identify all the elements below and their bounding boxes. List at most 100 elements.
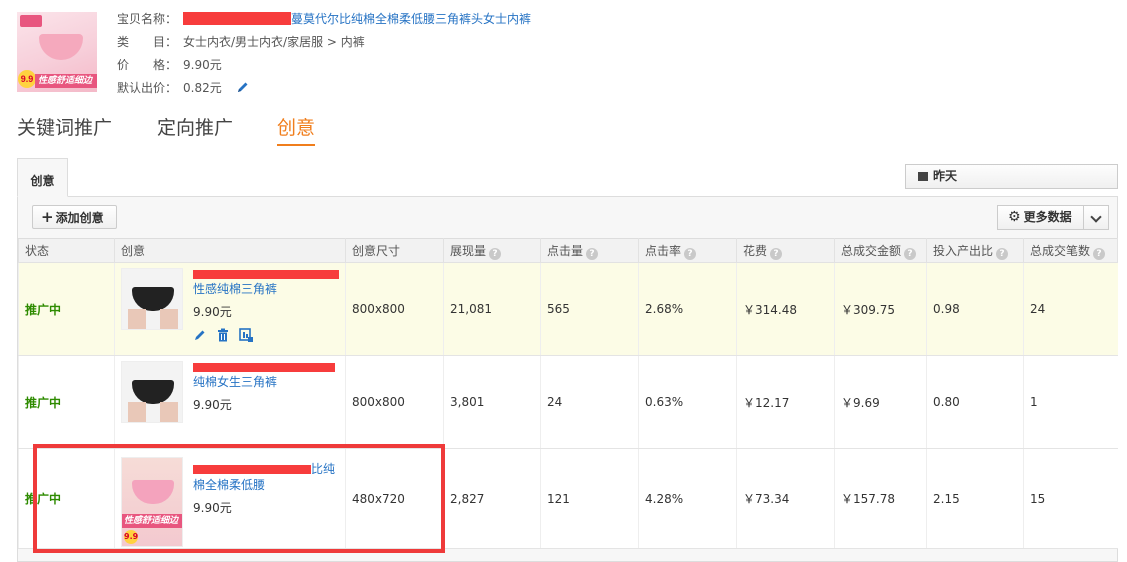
date-range-label: 昨天: [933, 169, 958, 183]
size-cell: 800x800: [345, 355, 444, 449]
table-row[interactable]: 推广中 性感纯棉三角裤 9.90元 800x800 21,081 565 2.6…: [18, 262, 1118, 356]
roi-cell: 0.80: [926, 355, 1024, 449]
gmv-cell: ￥309.75: [834, 262, 927, 356]
plus-icon: +: [41, 208, 54, 226]
creative-price: 9.90元: [193, 305, 232, 319]
product-name-label: 宝贝名称：: [117, 12, 178, 26]
creative-cell: 性感纯棉三角裤 9.90元: [121, 264, 345, 354]
subtab-divider: [17, 196, 1118, 197]
table-header-row: 状态 创意 创意尺寸 展现量? 点击量? 点击率? 花费? 总成交金额? 投入产…: [18, 238, 1118, 263]
size-cell: 480x720: [345, 448, 444, 549]
table-row[interactable]: 推广中 性感舒适细边 9.9 比纯 棉全棉柔低腰 9.90元 480x720 2…: [18, 448, 1118, 549]
col-roi[interactable]: 投入产出比?: [926, 238, 1024, 263]
default-bid-value: 0.82元: [183, 81, 222, 95]
help-icon[interactable]: ?: [770, 247, 783, 260]
product-price-row: 价 格： 9.90元: [117, 55, 222, 75]
creative-table: 状态 创意 创意尺寸 展现量? 点击量? 点击率? 花费? 总成交金额? 投入产…: [18, 238, 1118, 549]
tab-creative[interactable]: 创意: [277, 113, 316, 146]
thumbnail-tag: [20, 15, 42, 27]
col-impressions[interactable]: 展现量?: [443, 238, 541, 263]
redaction-bar: [193, 270, 339, 279]
help-icon[interactable]: ?: [904, 247, 917, 260]
clicks-cell: 565: [540, 262, 639, 356]
creative-title-link[interactable]: 性感纯棉三角裤: [193, 281, 343, 297]
creative-title-link[interactable]: 比纯: [193, 461, 343, 477]
report-icon[interactable]: [239, 328, 253, 342]
orders-cell: 15: [1023, 448, 1118, 549]
col-ctr[interactable]: 点击率?: [638, 238, 737, 263]
add-creative-button[interactable]: + 添加创意: [32, 205, 117, 229]
chevron-down-icon[interactable]: [1083, 205, 1109, 230]
product-name-row: 宝贝名称： 蔓莫代尔比纯棉全棉柔低腰三角裤头女士内裤: [117, 9, 531, 29]
thumbnail-price-badge: 9.9: [124, 529, 138, 544]
creative-thumbnail[interactable]: [121, 361, 183, 423]
help-icon[interactable]: ?: [684, 247, 697, 260]
product-category-value: 女士内衣/男士内衣/家居服 > 内裤: [183, 35, 365, 49]
col-orders[interactable]: 总成交笔数?: [1023, 238, 1118, 263]
creative-cell: 性感舒适细边 9.9 比纯 棉全棉柔低腰 9.90元: [121, 451, 345, 547]
date-range-button[interactable]: 昨天: [905, 164, 1118, 189]
redaction-bar: [193, 363, 335, 372]
help-icon[interactable]: ?: [586, 247, 599, 260]
product-summary: 9.9 性感舒适细边 宝贝名称： 蔓莫代尔比纯棉全棉柔低腰三角裤头女士内裤 类 目…: [17, 9, 617, 95]
redaction-bar: [193, 464, 311, 474]
product-bid-row: 默认出价： 0.82元: [117, 78, 250, 98]
edit-pencil-icon[interactable]: [236, 80, 250, 94]
size-cell: 800x800: [345, 262, 444, 356]
impressions-cell: 3,801: [443, 355, 541, 449]
col-gmv[interactable]: 总成交金额?: [834, 238, 927, 263]
clicks-cell: 24: [540, 355, 639, 449]
help-icon[interactable]: ?: [996, 247, 1009, 260]
product-thumbnail[interactable]: 9.9 性感舒适细边: [17, 12, 97, 92]
col-size: 创意尺寸: [345, 238, 444, 263]
col-cost[interactable]: 花费?: [736, 238, 835, 263]
creative-thumbnail[interactable]: [121, 268, 183, 330]
product-category-row: 类 目： 女士内衣/男士内衣/家居服 > 内裤: [117, 32, 365, 52]
orders-cell: 24: [1023, 262, 1118, 356]
tab-targeted-promotion[interactable]: 定向推广: [157, 113, 233, 140]
col-status[interactable]: 状态: [18, 238, 115, 263]
help-icon[interactable]: ?: [1093, 247, 1106, 260]
add-creative-label: 添加创意: [55, 211, 104, 225]
default-bid-label: 默认出价：: [117, 81, 178, 95]
status-badge: 推广中: [25, 395, 62, 410]
edit-pencil-icon[interactable]: [193, 328, 207, 342]
creative-title-link-line2[interactable]: 棉全棉柔低腰: [193, 477, 343, 493]
trash-icon[interactable]: [216, 328, 230, 342]
product-category-label: 类 目：: [117, 35, 178, 49]
gmv-cell: ￥157.78: [834, 448, 927, 549]
creative-price: 9.90元: [193, 398, 232, 412]
roi-cell: 0.98: [926, 262, 1024, 356]
creative-title-link[interactable]: 纯棉女生三角裤: [193, 374, 343, 390]
thumbnail-price-badge: 9.9: [18, 70, 36, 88]
product-price-label: 价 格：: [117, 58, 178, 72]
creative-thumbnail[interactable]: 性感舒适细边 9.9: [121, 456, 183, 547]
orders-cell: 1: [1023, 355, 1118, 449]
clicks-cell: 121: [540, 448, 639, 549]
more-data-label: 更多数据: [1023, 210, 1072, 224]
table-row[interactable]: 推广中 纯棉女生三角裤 9.90元 800x800 3,801 24 0.63%…: [18, 355, 1118, 449]
status-badge: 推广中: [25, 492, 62, 506]
help-icon[interactable]: ?: [489, 247, 502, 260]
creative-actions: [193, 328, 343, 342]
ctr-cell: 2.68%: [638, 262, 737, 356]
creative-cell: 纯棉女生三角裤 9.90元: [121, 357, 345, 447]
product-price-value: 9.90元: [183, 58, 222, 72]
impressions-cell: 21,081: [443, 262, 541, 356]
thumbnail-strip: 性感舒适细边: [122, 513, 182, 528]
impressions-cell: 2,827: [443, 448, 541, 549]
cost-cell: ￥314.48: [736, 262, 835, 356]
subtab-creative[interactable]: 创意: [17, 158, 68, 197]
cost-cell: ￥73.34: [736, 448, 835, 549]
product-name-link[interactable]: 蔓莫代尔比纯棉全棉柔低腰三角裤头女士内裤: [291, 12, 531, 26]
col-creative: 创意: [114, 238, 346, 263]
col-clicks[interactable]: 点击量?: [540, 238, 639, 263]
gear-icon: ⚙: [1008, 209, 1021, 225]
redaction-bar: [183, 12, 291, 25]
calendar-icon: [918, 172, 928, 181]
ctr-cell: 0.63%: [638, 355, 737, 449]
tab-keyword-promotion[interactable]: 关键词推广: [17, 113, 112, 140]
roi-cell: 2.15: [926, 448, 1024, 549]
thumbnail-garment: [39, 34, 83, 60]
more-data-button[interactable]: ⚙ 更多数据: [997, 205, 1084, 230]
